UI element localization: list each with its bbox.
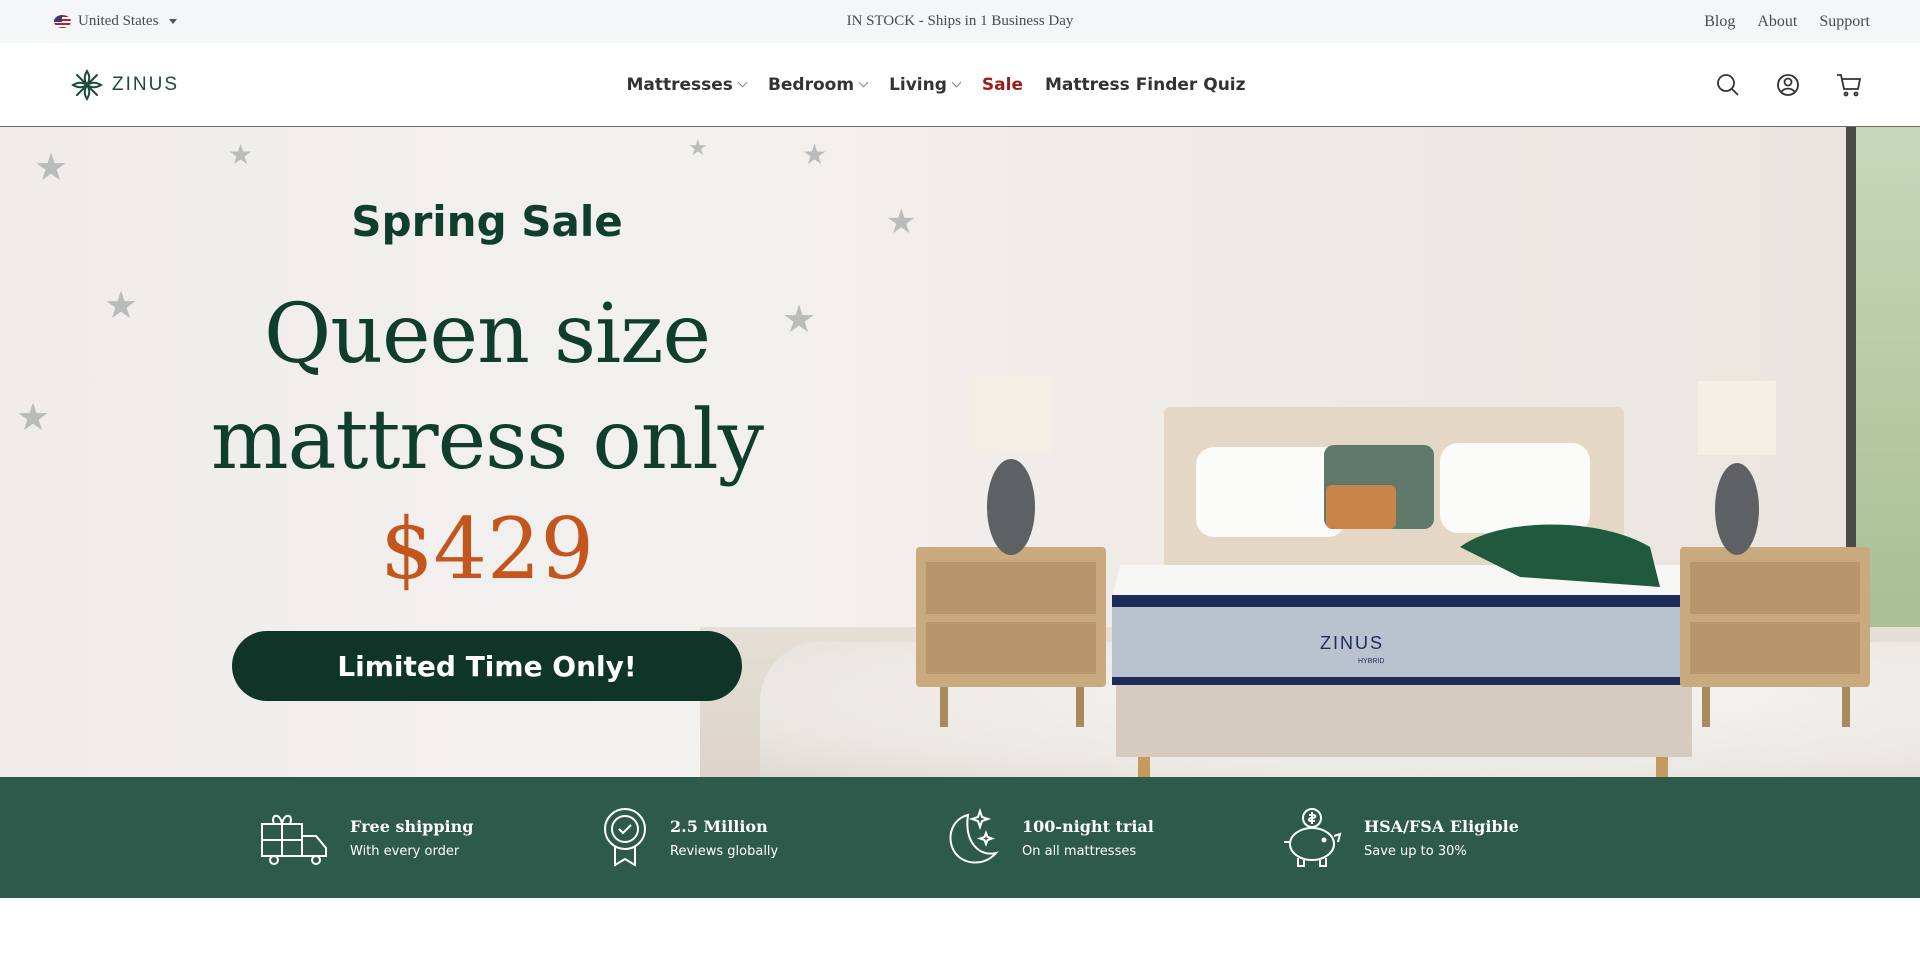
site-header: ZINUS Mattresses Bedroom Living Sale Mat…: [0, 43, 1920, 127]
nav-label: Bedroom: [767, 74, 855, 95]
delivery-truck-icon: [261, 814, 327, 865]
zinus-leaf-icon: [71, 68, 103, 101]
utility-links: Blog About Support: [1704, 13, 1870, 31]
zinus-logo[interactable]: ZINUS: [70, 68, 310, 102]
chevron-down-icon: [858, 77, 869, 88]
logo-wordmark: ZINUS: [112, 73, 179, 95]
hero-price: $429: [380, 500, 594, 598]
award-ribbon-icon: [604, 807, 646, 867]
nav-living[interactable]: Living: [889, 74, 962, 95]
feature-bar: Free shipping With every order 2.5 Milli…: [0, 777, 1920, 898]
moon-stars-icon: [949, 807, 999, 863]
feature-trial: 100-night trial On all mattresses: [940, 777, 1280, 898]
about-link[interactable]: About: [1757, 13, 1797, 31]
feature-subtitle: Reviews globally: [670, 843, 779, 859]
nav-sale[interactable]: Sale: [982, 75, 1023, 95]
hero-eyebrow: Spring Sale: [351, 197, 623, 246]
nav-label: Mattresses: [626, 74, 733, 95]
country-selector[interactable]: United States: [54, 13, 294, 30]
hero-banner[interactable]: ★ ★ ★ ★ ★ ★ ★ ★ ZINUS HYBRID Spring Sale…: [0, 127, 1920, 777]
main-nav: Mattresses Bedroom Living Sale Mattress …: [626, 75, 1245, 95]
us-flag-icon: [54, 15, 71, 28]
search-icon[interactable]: [1716, 73, 1740, 97]
nav-label: Living: [889, 74, 947, 95]
nav-bedroom[interactable]: Bedroom: [767, 74, 869, 95]
chevron-down-icon: [951, 77, 962, 88]
caret-down-icon: [169, 19, 178, 24]
feature-subtitle: On all mattresses: [1022, 843, 1137, 859]
star-icon: ★: [34, 147, 69, 189]
country-label: United States: [78, 13, 159, 29]
hero-headline-line1: Queen size: [263, 287, 711, 382]
mattress-brand-label: ZINUS: [1320, 633, 1384, 653]
feature-title: 2.5 Million: [670, 816, 768, 836]
cart-icon[interactable]: [1836, 73, 1862, 97]
announcement-bar: United States IN STOCK - Ships in 1 Busi…: [0, 0, 1920, 43]
star-icon: ★: [688, 135, 708, 160]
star-icon: ★: [228, 139, 254, 170]
hero-copy: Spring Sale Queen size mattress only $42…: [0, 197, 974, 604]
blog-link[interactable]: Blog: [1704, 13, 1735, 31]
nav-mattress-finder-quiz[interactable]: Mattress Finder Quiz: [1045, 75, 1246, 95]
support-link[interactable]: Support: [1819, 13, 1870, 31]
bed-illustration: ZINUS HYBRID: [916, 375, 1870, 777]
feature-free-shipping: Free shipping With every order: [260, 777, 600, 898]
feature-subtitle: With every order: [350, 843, 460, 859]
feature-hsa-fsa: HSA/FSA Eligible Save up to 30%: [1280, 777, 1620, 898]
star-icon: ★: [802, 139, 828, 170]
feature-reviews: 2.5 Million Reviews globally: [600, 777, 940, 898]
nav-label: Mattress Finder Quiz: [1044, 74, 1246, 95]
feature-title: Free shipping: [350, 816, 474, 836]
nav-label: Sale: [981, 74, 1023, 95]
limited-time-button[interactable]: Limited Time Only!: [232, 631, 742, 701]
hero-headline-line2: mattress only: [210, 393, 764, 488]
piggy-bank-icon: [1284, 807, 1342, 867]
account-icon[interactable]: [1776, 73, 1800, 97]
header-actions: [1622, 73, 1862, 97]
mattress-sublabel: HYBRID: [1358, 658, 1384, 665]
feature-title: 100-night trial: [1022, 816, 1154, 836]
nav-mattresses[interactable]: Mattresses: [626, 74, 748, 95]
chevron-down-icon: [737, 77, 748, 88]
feature-title: HSA/FSA Eligible: [1364, 816, 1519, 836]
feature-subtitle: Save up to 30%: [1364, 843, 1467, 859]
